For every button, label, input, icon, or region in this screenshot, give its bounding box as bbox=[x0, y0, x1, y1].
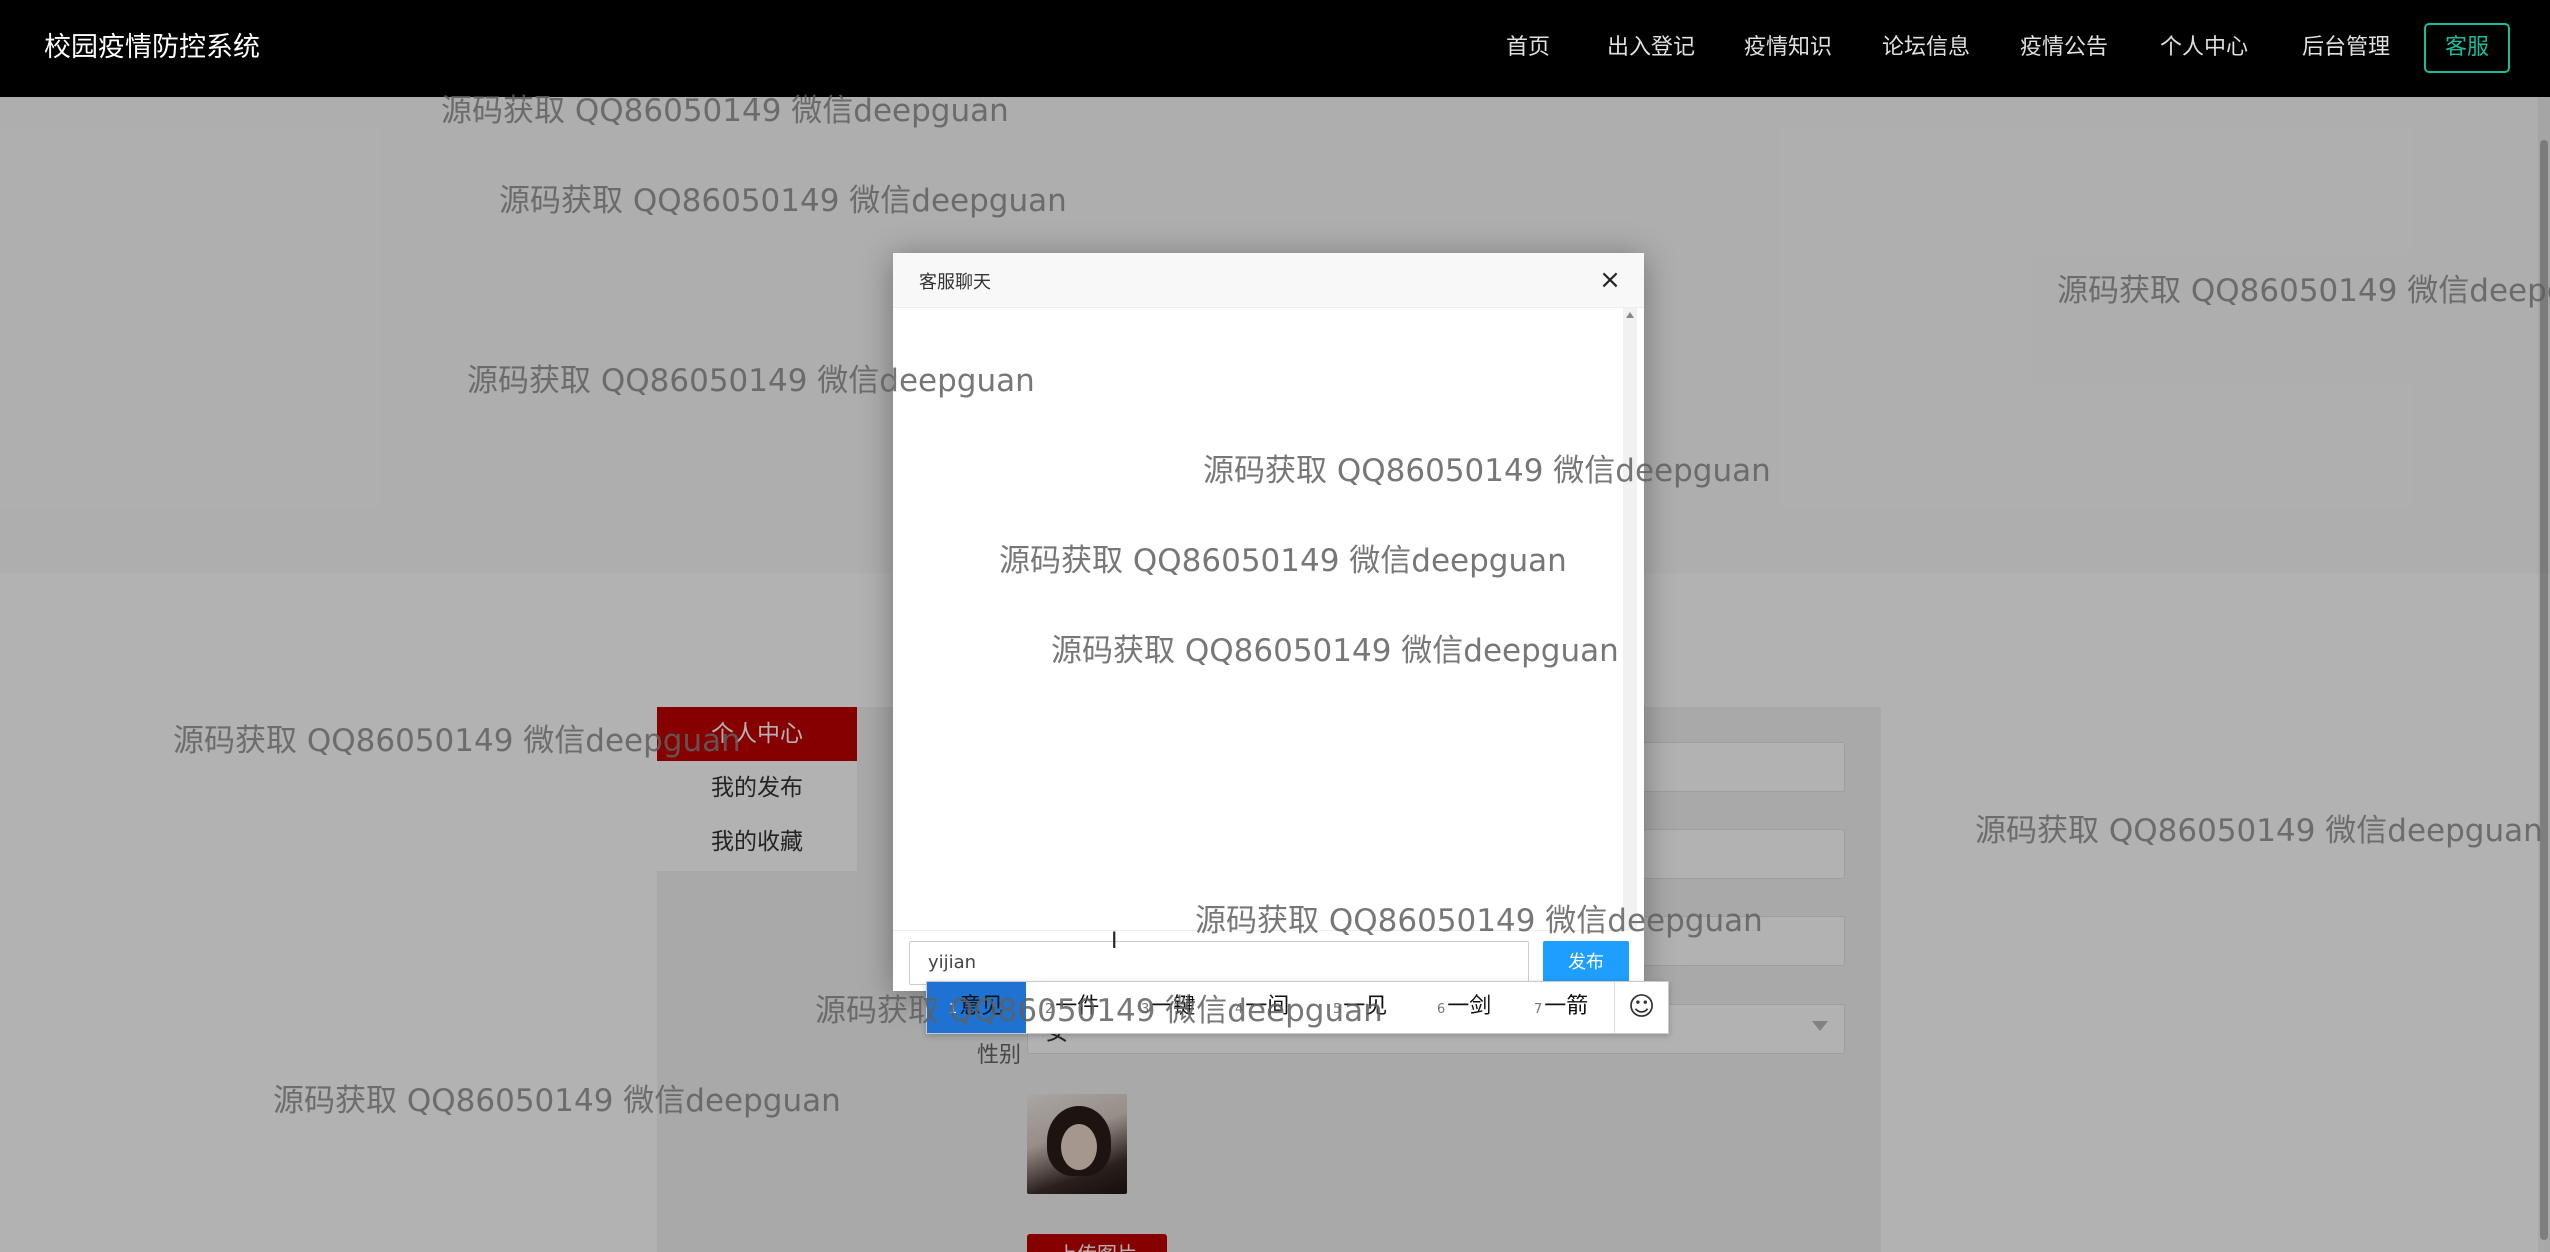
ime-candidate-text: 一箭 bbox=[1544, 994, 1589, 1019]
watermark: 源码获取 QQ86050149 微信deepguan bbox=[499, 183, 1067, 219]
watermark: 源码获取 QQ86050149 微信deepguan bbox=[999, 543, 1567, 579]
watermark: 源码获取 QQ86050149 微信deepguan bbox=[173, 723, 741, 759]
chat-title: 客服聊天 bbox=[919, 272, 991, 293]
watermark: 源码获取 QQ86050149 微信deepguan bbox=[441, 93, 1009, 129]
chat-message-area bbox=[893, 308, 1644, 931]
close-icon[interactable]: × bbox=[1593, 263, 1627, 297]
ime-candidate-7[interactable]: 7一箭 bbox=[1534, 994, 1588, 1023]
service-button[interactable]: 客服 bbox=[2424, 23, 2510, 73]
nav-link-home[interactable]: 首页 bbox=[1506, 34, 1550, 62]
nav-link-knowledge[interactable]: 疫情知识 bbox=[1744, 34, 1832, 62]
watermark: 源码获取 QQ86050149 微信deepguan bbox=[467, 363, 1035, 399]
chat-header: 客服聊天 × bbox=[893, 253, 1644, 308]
watermark: 源码获取 QQ86050149 微信deepguan bbox=[1975, 813, 2543, 849]
nav-link-announcement[interactable]: 疫情公告 bbox=[2020, 34, 2108, 62]
ime-candidate-6[interactable]: 6一剑 bbox=[1437, 994, 1491, 1023]
watermark: 源码获取 QQ86050149 微信deepguan bbox=[1051, 633, 1619, 669]
chat-input[interactable]: yijian bbox=[909, 941, 1529, 985]
nav-link-admin[interactable]: 后台管理 bbox=[2302, 34, 2390, 62]
ime-candidate-num: 7 bbox=[1534, 1002, 1543, 1017]
watermark: 源码获取 QQ86050149 微信deepguan bbox=[815, 993, 1383, 1029]
watermark: 源码获取 QQ86050149 微信deepguan bbox=[1203, 453, 1771, 489]
text-cursor-icon: I bbox=[1111, 929, 1118, 954]
nav-link-personal-center[interactable]: 个人中心 bbox=[2160, 34, 2248, 62]
scroll-up-arrow-icon[interactable] bbox=[1626, 312, 1634, 318]
send-button[interactable]: 发布 bbox=[1543, 941, 1629, 985]
emoji-icon[interactable]: ☺ bbox=[1614, 982, 1668, 1033]
chat-scrollbar[interactable] bbox=[1623, 308, 1637, 931]
nav-link-forum[interactable]: 论坛信息 bbox=[1882, 34, 1970, 62]
watermark: 源码获取 QQ86050149 微信deepguan bbox=[1195, 903, 1763, 939]
site-brand[interactable]: 校园疫情防控系统 bbox=[44, 30, 260, 66]
top-navbar: 校园疫情防控系统 首页 出入登记 疫情知识 论坛信息 疫情公告 个人中心 后台管… bbox=[0, 0, 2550, 97]
ime-candidate-text: 一剑 bbox=[1447, 994, 1492, 1019]
watermark: 源码获取 QQ86050149 微信deepguan bbox=[273, 1083, 841, 1119]
nav-link-entry-exit[interactable]: 出入登记 bbox=[1607, 34, 1695, 62]
watermark: 源码获取 QQ86050149 微信deepguan bbox=[2057, 273, 2550, 309]
ime-candidate-num: 6 bbox=[1437, 1002, 1446, 1017]
